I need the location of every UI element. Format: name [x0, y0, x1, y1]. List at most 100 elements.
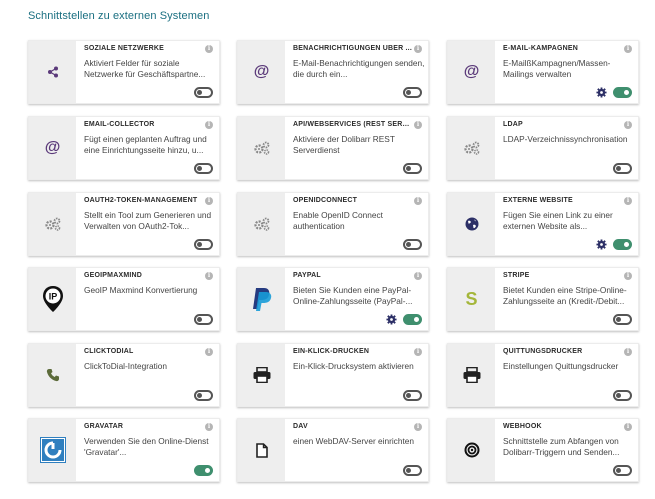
settings-gear-icon[interactable] — [386, 314, 397, 325]
module-toggle[interactable] — [194, 87, 213, 98]
info-icon[interactable]: i — [414, 197, 422, 205]
file-icon — [255, 442, 268, 458]
module-name: SOZIALE NETZWERKE — [84, 45, 165, 52]
module-description: Aktiviere der Dolibarr REST Serverdienst — [293, 134, 395, 155]
stripe-logo-icon: S — [465, 288, 478, 309]
module-card-webhook: WEBHOOK i Schnittstelle zum Abfangen von… — [447, 418, 639, 482]
module-card-openidconnect: OPENIDCONNECT i Enable OpenID Connect au… — [237, 192, 429, 256]
module-name: API/WEBSERVICES (REST SERV... — [293, 121, 413, 128]
module-description: E-MailßKampagnen/Massen-Mailings verwalt… — [503, 58, 611, 79]
module-card-paypal: PAYPAL i Bieten Sie Kunden eine PayPal-O… — [237, 267, 429, 331]
gears-icon — [463, 141, 479, 155]
paypal-logo-icon — [252, 288, 271, 311]
module-description: Stellt ein Tool zum Generieren und Verwa… — [84, 210, 212, 231]
info-icon[interactable]: i — [414, 272, 422, 280]
module-name: CLICKTODIAL — [84, 348, 134, 355]
module-name: E-MAIL-KAMPAGNEN — [503, 45, 579, 52]
printer-icon — [463, 367, 480, 383]
module-toggle[interactable] — [403, 465, 422, 476]
gears-icon — [44, 217, 60, 231]
module-toggle[interactable] — [613, 163, 632, 174]
module-description: ClickToDial-Integration — [84, 361, 168, 371]
module-card-stripe: S STRIPE i Bietet Kunden eine Stripe-Onl… — [447, 267, 639, 331]
module-name: GRAVATAR — [84, 423, 124, 430]
module-description: Schnittstelle zum Abfangen von Dolibarr-… — [503, 436, 620, 457]
module-toggle[interactable] — [613, 239, 632, 250]
at-icon: @ — [463, 63, 480, 80]
info-icon[interactable]: i — [624, 197, 632, 205]
module-toggle[interactable] — [613, 87, 632, 98]
gravatar-logo-icon — [39, 437, 66, 463]
gears-icon — [253, 217, 269, 231]
info-icon[interactable]: i — [205, 45, 213, 53]
module-description: GeoIP Maxmind Konvertierung — [84, 285, 198, 295]
phone-icon — [46, 369, 59, 382]
info-icon[interactable]: i — [414, 121, 422, 129]
module-toggle[interactable] — [194, 239, 213, 250]
module-description: Einstellungen Quittungsdrucker — [503, 361, 619, 371]
module-name: DAV — [293, 423, 308, 430]
settings-gear-icon[interactable] — [596, 87, 607, 98]
module-name: LDAP — [503, 121, 523, 128]
share-icon — [47, 66, 58, 78]
module-description: einen WebDAV-Server einrichten — [293, 436, 414, 446]
module-toggle[interactable] — [613, 314, 632, 325]
settings-gear-icon[interactable] — [596, 239, 607, 250]
module-toggle[interactable] — [403, 87, 422, 98]
info-icon[interactable]: i — [205, 348, 213, 356]
geoip-pin-icon: IP — [42, 286, 63, 312]
module-toggle[interactable] — [403, 239, 422, 250]
info-icon[interactable]: i — [624, 348, 632, 356]
module-card-social-networks: SOZIALE NETZWERKE i Aktiviert Felder für… — [28, 40, 220, 104]
module-card-email-campaigns: @ E-MAIL-KAMPAGNEN i E-MailßKampagnen/Ma… — [447, 40, 639, 104]
info-icon[interactable]: i — [205, 121, 213, 129]
info-icon[interactable]: i — [205, 272, 213, 280]
module-card-oauth2: OAUTH2-TOKEN-MANAGEMENT i Stellt ein Too… — [28, 192, 220, 256]
module-name: GEOIPMAXMIND — [84, 272, 143, 279]
module-toggle[interactable] — [403, 390, 422, 401]
module-description: LDAP-Verzeichnissynchronisation — [503, 134, 628, 144]
module-description: E-Mail-Benachrichtigungen senden, die du… — [293, 58, 425, 79]
module-card-receipt-printer: QUITTUNGSDRUCKER i Einstellungen Quittun… — [447, 343, 639, 407]
module-card-one-click-print: EIN-KLICK-DRUCKEN i Ein-Klick-Drucksyste… — [237, 343, 429, 407]
module-description: Bieten Sie Kunden eine PayPal-Online-Zah… — [293, 285, 413, 306]
module-name: EIN-KLICK-DRUCKEN — [293, 348, 370, 355]
gears-icon — [253, 141, 269, 155]
module-card-gravatar: GRAVATAR i Verwenden Sie den Online-Dien… — [28, 418, 220, 482]
module-name: QUITTUNGSDRUCKER — [503, 348, 583, 355]
module-card-api-webservices: API/WEBSERVICES (REST SERV... i Aktivier… — [237, 116, 429, 180]
info-icon[interactable]: i — [414, 348, 422, 356]
module-toggle[interactable] — [403, 314, 422, 325]
info-icon[interactable]: i — [624, 45, 632, 53]
at-icon: @ — [44, 139, 61, 156]
module-description: Verwenden Sie den Online-Dienst 'Gravata… — [84, 436, 209, 457]
module-description: Fügt einen geplanten Auftrag und eine Ei… — [84, 134, 207, 155]
module-name: OPENIDCONNECT — [293, 197, 358, 204]
info-icon[interactable]: i — [414, 45, 422, 53]
module-card-clicktodial: CLICKTODIAL i ClickToDial-Integration — [28, 343, 220, 407]
module-toggle[interactable] — [403, 163, 422, 174]
module-toggle[interactable] — [613, 465, 632, 476]
module-toggle[interactable] — [194, 465, 213, 476]
module-card-email-collector: @ EMAIL-COLLECTOR i Fügt einen geplanten… — [28, 116, 220, 180]
info-icon[interactable]: i — [624, 423, 632, 431]
info-icon[interactable]: i — [414, 423, 422, 431]
module-card-geoipmaxmind: IP GEOIPMAXMIND i GeoIP Maxmind Konverti… — [28, 267, 220, 331]
info-icon[interactable]: i — [205, 197, 213, 205]
module-name: BENACHRICHTIGUNGEN ÜBER ... — [293, 45, 412, 52]
module-card-ldap: LDAP i LDAP-Verzeichnissynchronisation — [447, 116, 639, 180]
info-icon[interactable]: i — [205, 423, 213, 431]
module-name: EXTERNE WEBSITE — [503, 197, 573, 204]
svg-text:IP: IP — [48, 292, 57, 302]
module-name: EMAIL-COLLECTOR — [84, 121, 155, 128]
module-card-external-website: EXTERNE WEBSITE i Fügen Sie einen Link z… — [447, 192, 639, 256]
module-toggle[interactable] — [613, 390, 632, 401]
module-toggle[interactable] — [194, 314, 213, 325]
module-toggle[interactable] — [194, 163, 213, 174]
module-toggle[interactable] — [194, 390, 213, 401]
at-icon: @ — [253, 63, 270, 80]
info-icon[interactable]: i — [624, 121, 632, 129]
printer-icon — [253, 367, 270, 383]
info-icon[interactable]: i — [624, 272, 632, 280]
module-name: STRIPE — [503, 272, 530, 279]
